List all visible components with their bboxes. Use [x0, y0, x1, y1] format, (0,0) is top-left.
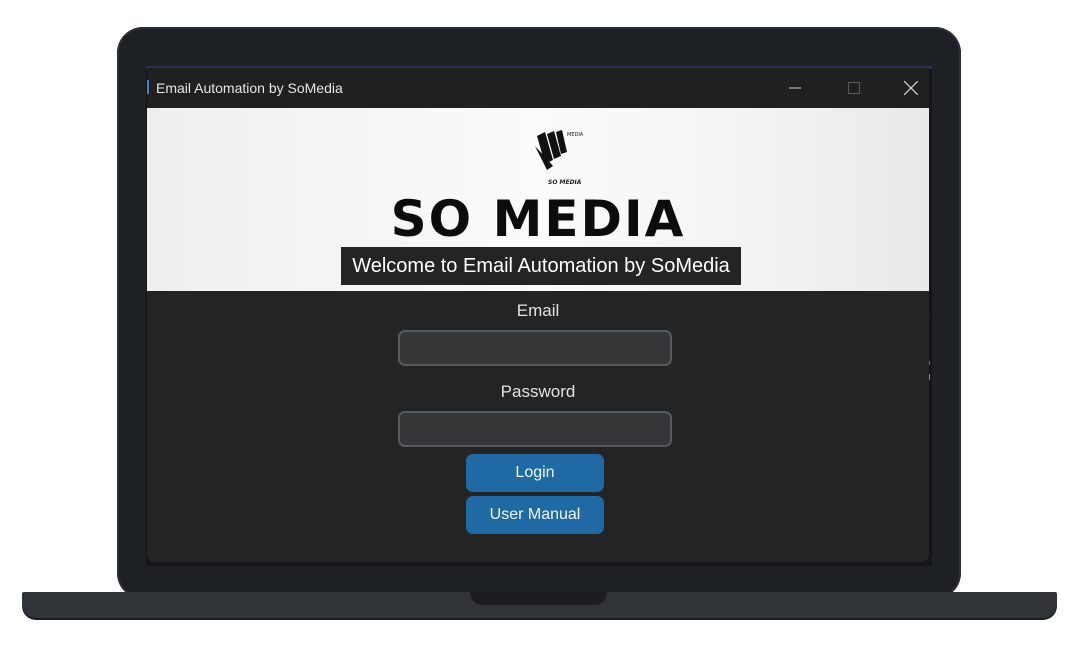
brand-name: SO MEDIA [390, 190, 686, 248]
logo-caption-text: SO MEDIA [548, 179, 582, 186]
window-title: Email Automation by SoMedia [156, 80, 343, 96]
minimize-icon [789, 87, 801, 89]
laptop-notch [470, 592, 607, 605]
logo-tag-text: MEDIA [567, 132, 584, 138]
brand-banner: MEDIA SO MEDIA SO MEDIA Welcome to Email… [147, 108, 929, 291]
user-manual-button[interactable]: User Manual [466, 496, 604, 534]
maximize-button[interactable] [831, 68, 877, 108]
close-button[interactable] [888, 68, 929, 108]
minimize-button[interactable] [772, 68, 818, 108]
somedia-logo: MEDIA SO MEDIA [535, 130, 584, 186]
app-window: Email Automation by SoMedia MEDIA SO MED [147, 68, 929, 562]
email-field[interactable] [398, 330, 672, 366]
welcome-heading: Welcome to Email Automation by SoMedia [341, 247, 741, 285]
window-app-icon [147, 80, 149, 94]
password-field[interactable] [398, 411, 672, 447]
email-label: Email [516, 301, 560, 320]
close-icon [904, 81, 918, 95]
window-titlebar[interactable]: Email Automation by SoMedia [147, 68, 929, 108]
password-label: Password [500, 382, 576, 401]
maximize-icon [848, 82, 860, 94]
login-button[interactable]: Login [466, 454, 604, 492]
